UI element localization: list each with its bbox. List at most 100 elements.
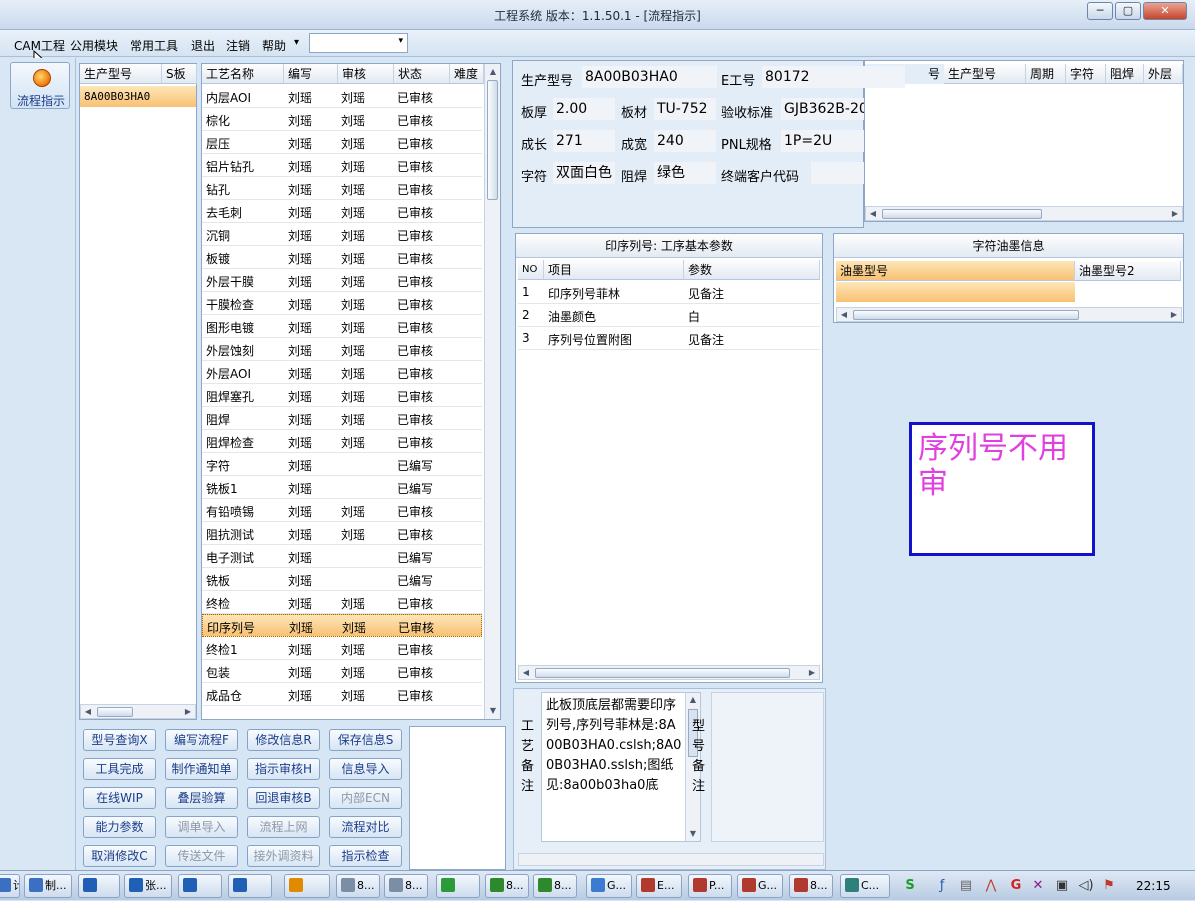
taskbar-button[interactable]: 8... bbox=[384, 874, 428, 898]
tray-g-icon[interactable]: G bbox=[1008, 878, 1024, 894]
action-button[interactable]: 指示审核H bbox=[247, 758, 320, 780]
taskbar-button[interactable]: 8... bbox=[485, 874, 529, 898]
action-button[interactable]: 回退审核B bbox=[247, 787, 320, 809]
value-thickness[interactable]: 2.00 bbox=[553, 98, 615, 120]
ink-model-header[interactable]: 油墨型号 bbox=[836, 261, 1075, 281]
menu-tools[interactable]: 常用工具 bbox=[130, 37, 178, 54]
process-row[interactable]: 包装 刘瑶 刘瑶 已审核 bbox=[202, 660, 482, 683]
process-row[interactable]: 铣板 刘瑶 已编写 bbox=[202, 568, 482, 591]
menu-help[interactable]: 帮助 bbox=[262, 37, 286, 54]
params-value-header[interactable]: 参数 bbox=[684, 260, 820, 280]
params-scrollbar[interactable]: ◀ ▶ bbox=[518, 665, 820, 680]
action-button[interactable]: 传送文件 bbox=[165, 845, 238, 867]
taskbar-button[interactable] bbox=[436, 874, 480, 898]
ink-row[interactable] bbox=[836, 282, 1075, 302]
action-button[interactable]: 编写流程F bbox=[165, 729, 238, 751]
col-legend-header[interactable]: 字符 bbox=[1066, 64, 1106, 84]
reviewer-header[interactable]: 审核 bbox=[338, 64, 394, 84]
scroll-left-icon[interactable]: ◀ bbox=[81, 705, 95, 718]
scroll-thumb[interactable] bbox=[535, 668, 790, 678]
scroll-right-icon[interactable]: ▶ bbox=[1168, 207, 1182, 220]
col-period-header[interactable]: 周期 bbox=[1026, 64, 1066, 84]
taskbar-button[interactable]: P... bbox=[688, 874, 732, 898]
action-button[interactable]: 叠层验算 bbox=[165, 787, 238, 809]
process-row[interactable]: 干膜检查 刘瑶 刘瑶 已审核 bbox=[202, 292, 482, 315]
params-no-header[interactable]: NO bbox=[518, 260, 544, 280]
process-row[interactable]: 铝片钻孔 刘瑶 刘瑶 已审核 bbox=[202, 154, 482, 177]
taskbar-button[interactable]: 张... bbox=[124, 874, 172, 898]
process-remark-text[interactable]: 此板顶底层都需要印序列号,序列号菲林是:8A00B03HA0.cslsh;8A0… bbox=[541, 692, 701, 842]
action-button[interactable]: 能力参数 bbox=[83, 816, 156, 838]
scroll-up-icon[interactable]: ▲ bbox=[686, 693, 700, 706]
process-vscrollbar[interactable]: ▲ ▼ bbox=[484, 64, 500, 719]
taskbar-button[interactable]: G... bbox=[737, 874, 783, 898]
value-pnl[interactable]: 1P=2U bbox=[781, 130, 864, 152]
action-button[interactable]: 型号查询X bbox=[83, 729, 156, 751]
menu-common-module[interactable]: 公用模块 bbox=[70, 37, 118, 54]
tray-alert-icon[interactable]: ⚑ bbox=[1101, 878, 1117, 894]
action-button[interactable]: 内部ECN bbox=[329, 787, 402, 809]
process-row[interactable]: 阻焊检查 刘瑶 刘瑶 已审核 bbox=[202, 430, 482, 453]
writer-header[interactable]: 编写 bbox=[284, 64, 338, 84]
close-button[interactable]: ✕ bbox=[1143, 2, 1187, 20]
process-row[interactable]: 沉铜 刘瑶 刘瑶 已审核 bbox=[202, 223, 482, 246]
status-header[interactable]: 状态 bbox=[394, 64, 450, 84]
action-button[interactable]: 保存信息S bbox=[329, 729, 402, 751]
difficulty-header[interactable]: 难度 bbox=[450, 64, 484, 84]
maximize-button[interactable]: ▢ bbox=[1115, 2, 1141, 20]
tray-f-icon[interactable]: ƒ bbox=[934, 878, 950, 894]
flow-indicator-button[interactable]: 流程指示 bbox=[10, 62, 70, 109]
model-col-header[interactable]: 生产型号 bbox=[80, 64, 162, 84]
value-legend[interactable]: 双面白色 bbox=[553, 162, 615, 184]
right-grid-scrollbar[interactable]: ◀ ▶ bbox=[865, 206, 1183, 221]
ink-scrollbar[interactable]: ◀ ▶ bbox=[836, 307, 1182, 322]
process-row[interactable]: 内层AOI 刘瑶 刘瑶 已审核 bbox=[202, 85, 482, 108]
process-row[interactable]: 棕化 刘瑶 刘瑶 已审核 bbox=[202, 108, 482, 131]
value-e-no[interactable]: 80172 bbox=[762, 66, 905, 88]
scroll-left-icon[interactable]: ◀ bbox=[837, 308, 851, 321]
action-button[interactable]: 取消修改C bbox=[83, 845, 156, 867]
process-name-header[interactable]: 工艺名称 bbox=[202, 64, 284, 84]
remarks-scrollbar[interactable] bbox=[518, 853, 824, 866]
process-row[interactable]: 阻焊 刘瑶 刘瑶 已审核 bbox=[202, 407, 482, 430]
process-row[interactable]: 成品仓 刘瑶 刘瑶 已审核 bbox=[202, 683, 482, 706]
scroll-right-icon[interactable]: ▶ bbox=[1167, 308, 1181, 321]
scroll-thumb[interactable] bbox=[487, 80, 498, 200]
process-row[interactable]: 阻抗测试 刘瑶 刘瑶 已审核 bbox=[202, 522, 482, 545]
action-button[interactable]: 修改信息R bbox=[247, 729, 320, 751]
process-row[interactable]: 层压 刘瑶 刘瑶 已审核 bbox=[202, 131, 482, 154]
action-button[interactable]: 制作通知单 bbox=[165, 758, 238, 780]
action-button[interactable]: 在线WIP bbox=[83, 787, 156, 809]
taskbar-button[interactable]: E... bbox=[636, 874, 682, 898]
taskbar-button[interactable]: 8... bbox=[336, 874, 380, 898]
model-row[interactable]: 8A00B03HA0 bbox=[80, 86, 196, 107]
scroll-right-icon[interactable]: ▶ bbox=[805, 666, 819, 679]
taskbar-button[interactable] bbox=[178, 874, 222, 898]
combo-chevron-down-icon[interactable]: ▾ bbox=[398, 36, 403, 46]
help-chevron-down-icon[interactable]: ▾ bbox=[294, 37, 299, 48]
action-button[interactable]: 接外调资料 bbox=[247, 845, 320, 867]
minimize-button[interactable]: ─ bbox=[1087, 2, 1113, 20]
taskbar-button[interactable] bbox=[228, 874, 272, 898]
scroll-thumb[interactable] bbox=[97, 707, 133, 717]
process-row[interactable]: 电子测试 刘瑶 已编写 bbox=[202, 545, 482, 568]
action-button[interactable]: 流程上网 bbox=[247, 816, 320, 838]
s-board-col-header[interactable]: S板 bbox=[162, 64, 197, 84]
clock[interactable]: 22:15 bbox=[1136, 879, 1171, 893]
tray-x-icon[interactable]: ✕ bbox=[1030, 878, 1046, 894]
menu-exit[interactable]: 退出 bbox=[191, 37, 215, 54]
param-row[interactable]: 2 油墨颜色 白 bbox=[518, 304, 820, 327]
scroll-thumb[interactable] bbox=[853, 310, 1079, 320]
process-row[interactable]: 有铅喷锡 刘瑶 刘瑶 已审核 bbox=[202, 499, 482, 522]
value-model[interactable]: 8A00B03HA0 bbox=[582, 66, 717, 88]
param-row[interactable]: 1 印序列号菲林 见备注 bbox=[518, 281, 820, 304]
scroll-down-icon[interactable]: ▼ bbox=[486, 704, 500, 717]
menu-logout[interactable]: 注销 bbox=[226, 37, 250, 54]
col-model-header[interactable]: 生产型号 bbox=[944, 64, 1026, 84]
action-button[interactable]: 流程对比 bbox=[329, 816, 402, 838]
process-row[interactable]: 去毛刺 刘瑶 刘瑶 已审核 bbox=[202, 200, 482, 223]
process-row[interactable]: 终检 刘瑶 刘瑶 已审核 bbox=[202, 591, 482, 614]
params-item-header[interactable]: 项目 bbox=[544, 260, 684, 280]
value-length[interactable]: 271 bbox=[553, 130, 615, 152]
value-width[interactable]: 240 bbox=[654, 130, 716, 152]
